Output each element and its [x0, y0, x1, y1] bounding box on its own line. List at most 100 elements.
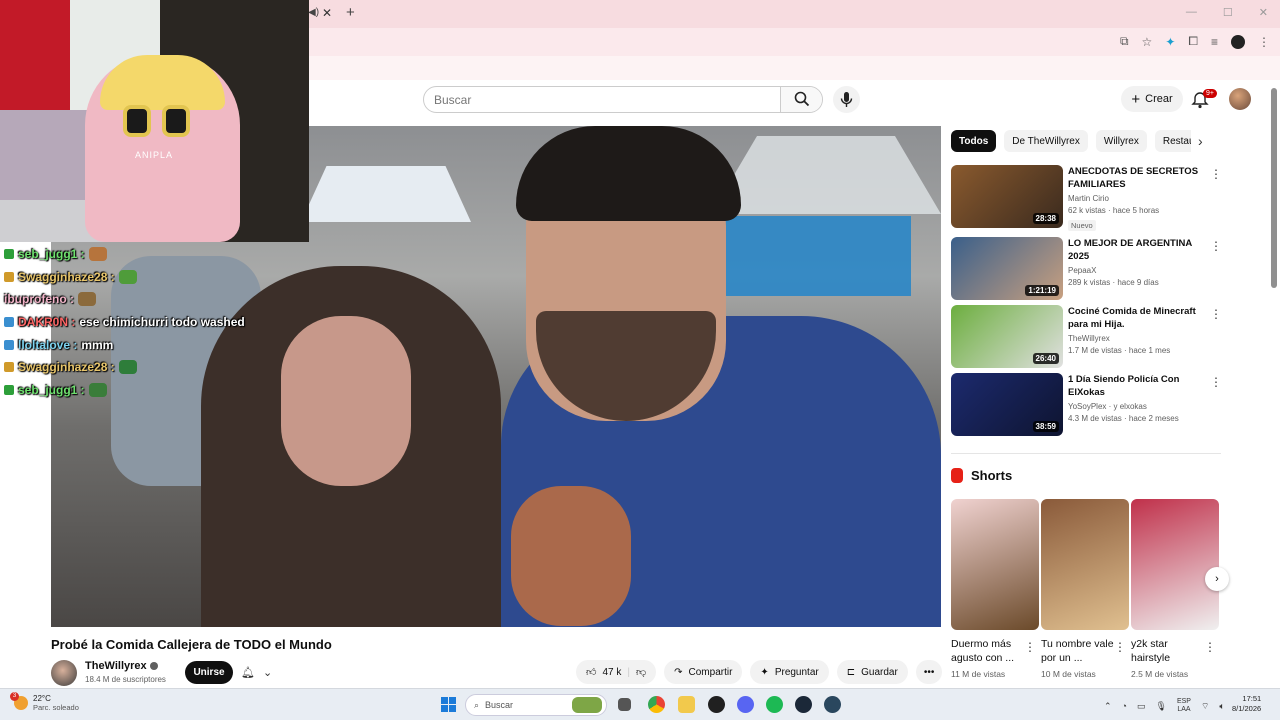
microphone-icon[interactable]: 🎙︎ [1156, 701, 1167, 712]
notifications-button[interactable]: 9+ [1191, 88, 1217, 110]
shorts-next-button[interactable]: › [1205, 567, 1229, 591]
short-thumbnail[interactable] [1131, 499, 1219, 630]
channel-name[interactable]: TheWillyrex [1068, 334, 1110, 343]
channel-name[interactable]: Martin Cirio [1068, 194, 1109, 203]
search-box[interactable]: Buscar [423, 86, 823, 113]
video-thumbnail[interactable]: 26:40 [951, 305, 1063, 368]
profile-icon[interactable] [1231, 34, 1245, 49]
filter-chip[interactable]: Willyrex [1095, 130, 1147, 152]
recommended-video[interactable]: 1:21:19 LO MEJOR DE ARGENTINA 2025 PepaaX 2… [951, 237, 1222, 301]
chat-badge-icon [4, 271, 14, 282]
share-label: Compartir [688, 666, 733, 678]
steam-icon[interactable] [795, 696, 812, 713]
video-thumbnail[interactable]: 28:38 [951, 165, 1063, 228]
save-button[interactable]: ⊏ Guardar [836, 660, 908, 684]
thumbs-down-icon[interactable]: 👎︎ [636, 666, 646, 678]
puzzle-icon[interactable]: ⧠ [1188, 34, 1198, 49]
notification-settings-button[interactable]: 🔔︎ ⌄ [241, 661, 283, 684]
join-button[interactable]: Unirse [185, 661, 233, 684]
channel-name[interactable]: TheWillyrex [85, 660, 147, 672]
account-avatar[interactable] [1229, 88, 1251, 110]
language-indicator[interactable]: ESP LAA [1177, 698, 1191, 714]
taskbar-search[interactable]: ⌕ Buscar [465, 694, 607, 716]
video-title-link[interactable]: ANECDOTAS DE SECRETOS FAMILIARES [1068, 165, 1203, 191]
short-thumbnail[interactable] [1041, 499, 1129, 630]
wifi-icon[interactable]: ⌔ [1201, 701, 1209, 712]
more-actions-button[interactable]: ••• [915, 660, 943, 684]
share-button[interactable]: ↷ Compartir [664, 660, 743, 684]
clock-date: 8/1/2026 [1232, 704, 1262, 713]
close-window-icon[interactable]: ✕ [1259, 6, 1268, 19]
file-explorer-icon[interactable] [678, 696, 695, 713]
new-tab-button[interactable]: + [346, 4, 355, 21]
reading-list-icon[interactable]: ≡ [1211, 35, 1218, 49]
short-title[interactable]: y2k star hairstyle [1131, 637, 1206, 665]
weather-widget[interactable]: 3 22°C Parc. soleado [10, 692, 79, 712]
video-thumbnail[interactable]: 1:21:19 [951, 237, 1063, 300]
channel-avatar[interactable] [51, 660, 77, 686]
short-thumbnail[interactable] [951, 499, 1039, 630]
chat-message: seb_jugg1 : [4, 243, 304, 266]
install-icon[interactable]: ⧉ [1120, 34, 1129, 49]
menu-dots-icon[interactable]: ⋮ [1258, 35, 1270, 49]
volume-icon[interactable]: 🔈︎ [1219, 701, 1224, 712]
chevron-up-icon[interactable]: ⌃ [1104, 701, 1112, 712]
chrome-icon[interactable] [648, 696, 665, 713]
recommended-video[interactable]: 38:59 1 Día Siendo Policía Con ElXokas YoS… [951, 373, 1222, 437]
language-code: ESP [1176, 698, 1191, 705]
recommended-video[interactable]: 26:40 Cociné Comida de Minecraft para mi … [951, 305, 1222, 369]
app-icon[interactable] [708, 696, 725, 713]
windows-start-icon[interactable] [441, 697, 456, 712]
video-actions: 👍︎ 47 k | 👎︎ ↷ Compartir ✦ Preguntar ⊏ G… [576, 660, 943, 684]
recommended-video[interactable]: 28:38 ANECDOTAS DE SECRETOS FAMILIARES Mar… [951, 165, 1222, 231]
more-dots-icon: ••• [923, 666, 935, 678]
more-vert-icon[interactable]: ⋮ [1210, 167, 1222, 181]
maximize-icon[interactable]: ☐ [1223, 6, 1233, 19]
more-vert-icon[interactable]: ⋮ [1210, 375, 1222, 389]
thumbs-up-icon[interactable]: 👍︎ [586, 666, 596, 678]
steam-icon[interactable] [824, 696, 841, 713]
search-button[interactable] [780, 87, 822, 112]
notification-area-icon[interactable]: ▭ [1137, 701, 1146, 712]
create-button[interactable]: + Crear [1121, 86, 1183, 112]
task-view-icon[interactable] [618, 698, 631, 711]
chat-badge-icon [4, 317, 14, 328]
video-title-link[interactable]: 1 Día Siendo Policía Con ElXokas [1068, 373, 1203, 399]
filter-chip[interactable]: De TheWillyrex [1004, 130, 1088, 152]
video-title-link[interactable]: LO MEJOR DE ARGENTINA 2025 [1068, 237, 1203, 263]
shorts-icon [951, 468, 963, 483]
more-vert-icon[interactable]: ⋮ [1210, 239, 1222, 253]
channel-name[interactable]: YoSoyPlex · y elxokas [1068, 402, 1147, 411]
more-vert-icon[interactable]: ⋮ [1114, 640, 1126, 654]
bell-icon: 🔔︎ [241, 667, 255, 679]
close-tab-icon[interactable]: ✕ [322, 6, 332, 20]
short-title[interactable]: Duermo más agusto con ... [951, 637, 1026, 665]
more-vert-icon[interactable]: ⋮ [1024, 640, 1036, 654]
voice-search-button[interactable] [833, 86, 860, 113]
minimize-icon[interactable]: — [1186, 6, 1197, 19]
network-icon[interactable]: ◔ [1122, 701, 1127, 711]
more-vert-icon[interactable]: ⋮ [1210, 307, 1222, 321]
channel-name-row[interactable]: TheWillyrex [85, 660, 158, 672]
speaker-icon: ◀) [308, 7, 320, 18]
short-views: 10 M de vistas [1041, 669, 1096, 679]
clock[interactable]: 17:51 8/1/2026 [1232, 694, 1261, 714]
video-title-link[interactable]: Cociné Comida de Minecraft para mi Hija. [1068, 305, 1203, 331]
video-thumbnail[interactable]: 38:59 [951, 373, 1063, 436]
chevron-right-icon[interactable]: › [1198, 133, 1203, 149]
bookmark-star-icon[interactable]: ☆ [1142, 35, 1153, 49]
ask-button[interactable]: ✦ Preguntar [750, 660, 829, 684]
discord-icon[interactable] [737, 696, 754, 713]
short-title[interactable]: Tu nombre vale por un ... [1041, 637, 1116, 665]
like-dislike-button[interactable]: 👍︎ 47 k | 👎︎ [576, 660, 657, 684]
stream-chat: seb_jugg1 : Swagginhaze28 : ibuprofeno : DA… [4, 243, 304, 401]
spotify-icon[interactable] [766, 696, 783, 713]
more-vert-icon[interactable]: ⋮ [1204, 640, 1216, 654]
scrollbar[interactable] [1271, 88, 1277, 288]
filter-chip[interactable]: Todos [951, 130, 997, 152]
extension-icon[interactable]: ✦ [1165, 35, 1175, 49]
channel-name[interactable]: PepaaX [1068, 266, 1096, 275]
search-input[interactable]: Buscar [434, 93, 471, 107]
filter-chip[interactable]: Restaurantes [1154, 130, 1191, 152]
video-duration: 26:40 [1032, 353, 1059, 364]
